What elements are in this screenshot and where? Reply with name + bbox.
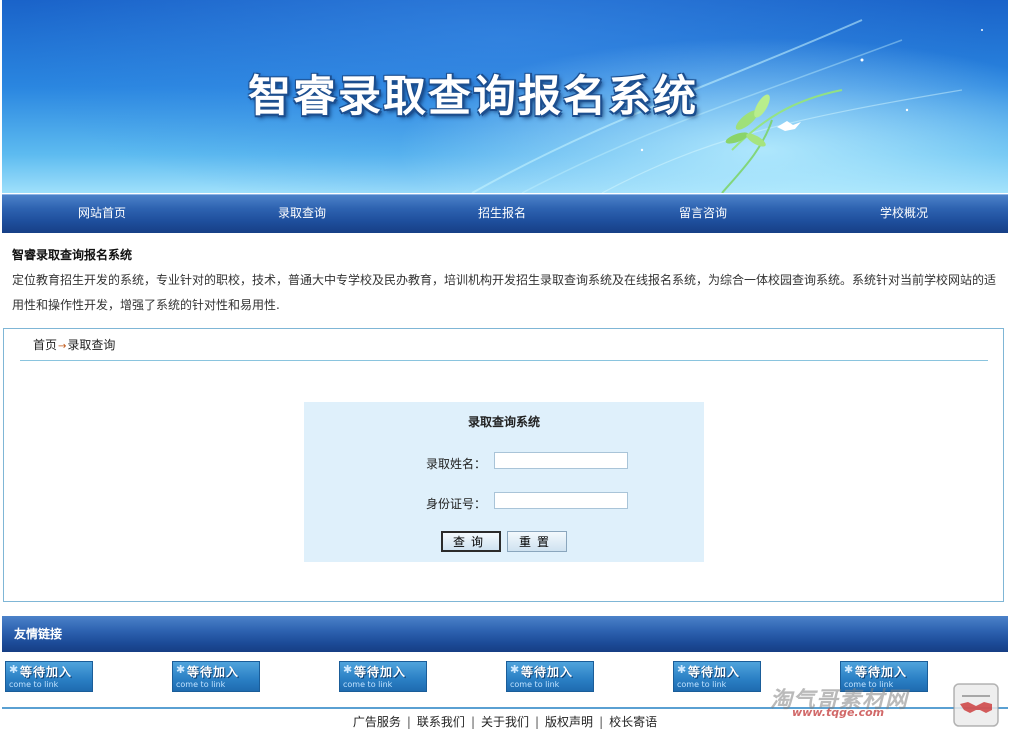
query-button[interactable]: 查询 [441, 531, 501, 552]
footer-link-principal[interactable]: 校长寄语 [609, 715, 657, 729]
breadcrumb-divider [20, 360, 988, 361]
name-input[interactable] [494, 452, 628, 469]
star-icon: ✱ [510, 663, 520, 676]
friend-link-sublabel: come to link [677, 680, 727, 689]
friend-link-label: 等待加入 [187, 665, 240, 679]
watermark: 淘气哥素材网 www.tqge.com [770, 682, 908, 719]
friend-link-badge[interactable]: ✱ 等待加入 come to link [339, 661, 427, 692]
star-icon: ✱ [677, 663, 687, 676]
star-icon: ✱ [9, 663, 19, 676]
nav-item-messages[interactable]: 留言咨询 [603, 195, 803, 233]
friend-link-badge[interactable]: ✱ 等待加入 come to link [673, 661, 761, 692]
friend-link-badge[interactable]: ✱ 等待加入 come to link [172, 661, 260, 692]
main-nav: 网站首页 录取查询 招生报名 留言咨询 学校概况 [2, 194, 1008, 233]
friend-link-sublabel: come to link [176, 680, 226, 689]
banner-title: 智睿录取查询报名系统 [248, 72, 698, 122]
friend-link-label: 等待加入 [521, 665, 574, 679]
nav-item-enrollment[interactable]: 招生报名 [402, 195, 602, 233]
nav-item-admission-query[interactable]: 录取查询 [202, 195, 402, 233]
star-icon: ✱ [844, 663, 854, 676]
breadcrumb: 首页→录取查询 [33, 336, 115, 353]
breadcrumb-current: 录取查询 [67, 338, 116, 352]
footer-separator: | [535, 715, 540, 729]
watermark-logo-icon [953, 683, 999, 727]
id-number-input[interactable] [494, 492, 628, 509]
friend-link-label: 等待加入 [688, 665, 741, 679]
star-icon: ✱ [343, 663, 353, 676]
nav-item-home[interactable]: 网站首页 [2, 195, 202, 233]
footer-link-about[interactable]: 关于我们 [481, 715, 529, 729]
header-banner: 智睿录取查询报名系统 [2, 0, 1008, 193]
footer-separator: | [599, 715, 604, 729]
nav-item-school-overview[interactable]: 学校概况 [804, 195, 1004, 233]
friend-link-sublabel: come to link [9, 680, 59, 689]
friend-link-label: 等待加入 [20, 665, 73, 679]
query-panel-title: 录取查询系统 [467, 415, 540, 429]
footer-separator: | [406, 715, 411, 729]
name-field-label: 录取姓名： [425, 457, 486, 471]
footer-separator: | [470, 715, 475, 729]
reset-button[interactable]: 重置 [507, 531, 567, 552]
friend-link-sublabel: come to link [510, 680, 560, 689]
footer-link-contact[interactable]: 联系我们 [417, 715, 465, 729]
friend-links-title: 友情链接 [14, 627, 63, 641]
friend-link-label: 等待加入 [354, 665, 407, 679]
intro-text: 定位教育招生开发的系统，专业针对的职校，技术，普通大中专学校及民办教育，培训机构… [12, 273, 997, 312]
friend-link-label: 等待加入 [855, 665, 908, 679]
friend-link-badge[interactable]: ✱ 等待加入 come to link [506, 661, 594, 692]
intro-title: 智睿录取查询报名系统 [12, 248, 133, 262]
footer-link-copyright[interactable]: 版权声明 [545, 715, 593, 729]
breadcrumb-arrow-icon: → [58, 341, 67, 352]
star-icon: ✱ [176, 663, 186, 676]
friend-link-badge[interactable]: ✱ 等待加入 come to link [5, 661, 93, 692]
watermark-url: www.tqge.com [792, 706, 885, 719]
breadcrumb-home[interactable]: 首页 [33, 338, 57, 352]
friend-link-sublabel: come to link [343, 680, 393, 689]
footer-link-ads[interactable]: 广告服务 [353, 715, 401, 729]
id-field-label: 身份证号： [425, 497, 486, 511]
friend-links-bar [2, 616, 1008, 652]
